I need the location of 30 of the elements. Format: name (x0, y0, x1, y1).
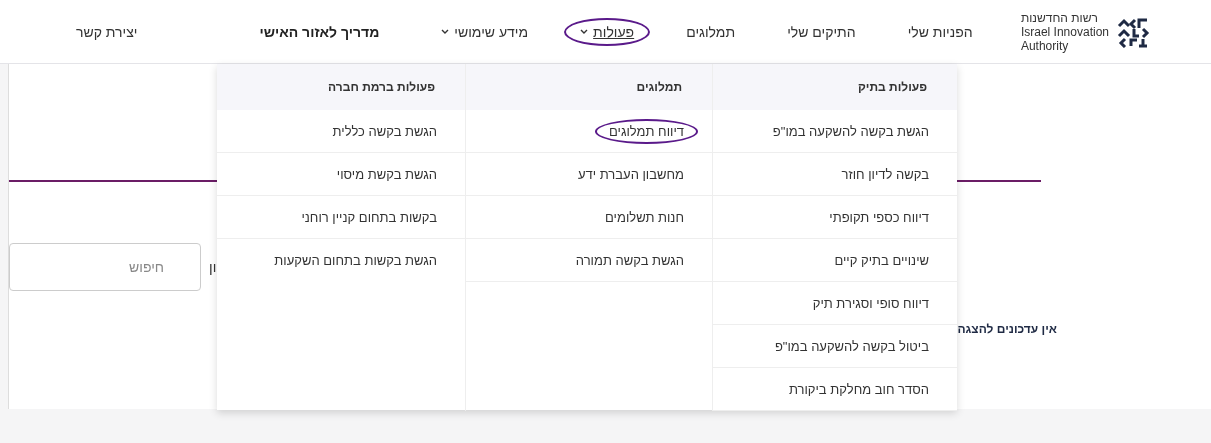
column-heading: פעולות ברמת חברה (217, 64, 465, 110)
search-label: ון (209, 259, 217, 275)
menu-item[interactable]: דיווח כספי תקופתי (815, 204, 943, 230)
nav-link[interactable]: מידע שימושי (425, 17, 545, 46)
menu-item[interactable]: ביטול בקשה להשקעה במו"פ (760, 333, 943, 359)
menu-item[interactable]: בקשות בתחום קניין רוחני (287, 204, 451, 230)
menu-item[interactable]: דיווח סופי וסגירת תיק (798, 290, 943, 316)
empty-message: אין עדכונים להצגה (956, 322, 1057, 336)
search-field[interactable]: חיפוש (9, 243, 201, 291)
column-heading: פעולות בתיק (713, 64, 957, 110)
chevron-icon (441, 28, 450, 35)
menu-item[interactable]: שינויים בתיק קיים (820, 247, 943, 273)
menu-item[interactable]: הגשת בקשה להשקעה במו"פ (758, 118, 943, 144)
menu-item[interactable]: הגשת בקשה תמורה (561, 247, 698, 273)
menu-item[interactable]: חנות תשלומים (591, 204, 698, 230)
nav-link[interactable]: תמלוגים (670, 17, 752, 46)
chevron-icon (580, 28, 589, 35)
nav-link[interactable]: הפניות שלי (891, 17, 989, 46)
nav-link[interactable]: התיקים שלי (771, 17, 872, 46)
menu-item[interactable]: הגשת בקשה כללית (318, 118, 451, 144)
menu-item[interactable]: הסדר חוב מחלקת ביקורת (774, 376, 943, 402)
nav-link[interactable]: מדריך לאזור האישי (243, 17, 396, 46)
menu-item[interactable]: הגשת בקשת מיסוי (322, 161, 451, 187)
menu-item[interactable]: בקשה לדיון חוזר (827, 161, 943, 187)
menu-item[interactable]: הגשת בקשות בתחום השקעות (260, 247, 451, 273)
menu-item[interactable]: מחשבון העברת ידע (564, 161, 698, 187)
nav-link[interactable]: פעולות (564, 17, 651, 46)
column-heading: תמלוגים (466, 64, 712, 110)
nav-link[interactable]: יצירת קשר (60, 17, 154, 46)
menu-item[interactable]: דיווח תמלוגים (595, 118, 698, 144)
